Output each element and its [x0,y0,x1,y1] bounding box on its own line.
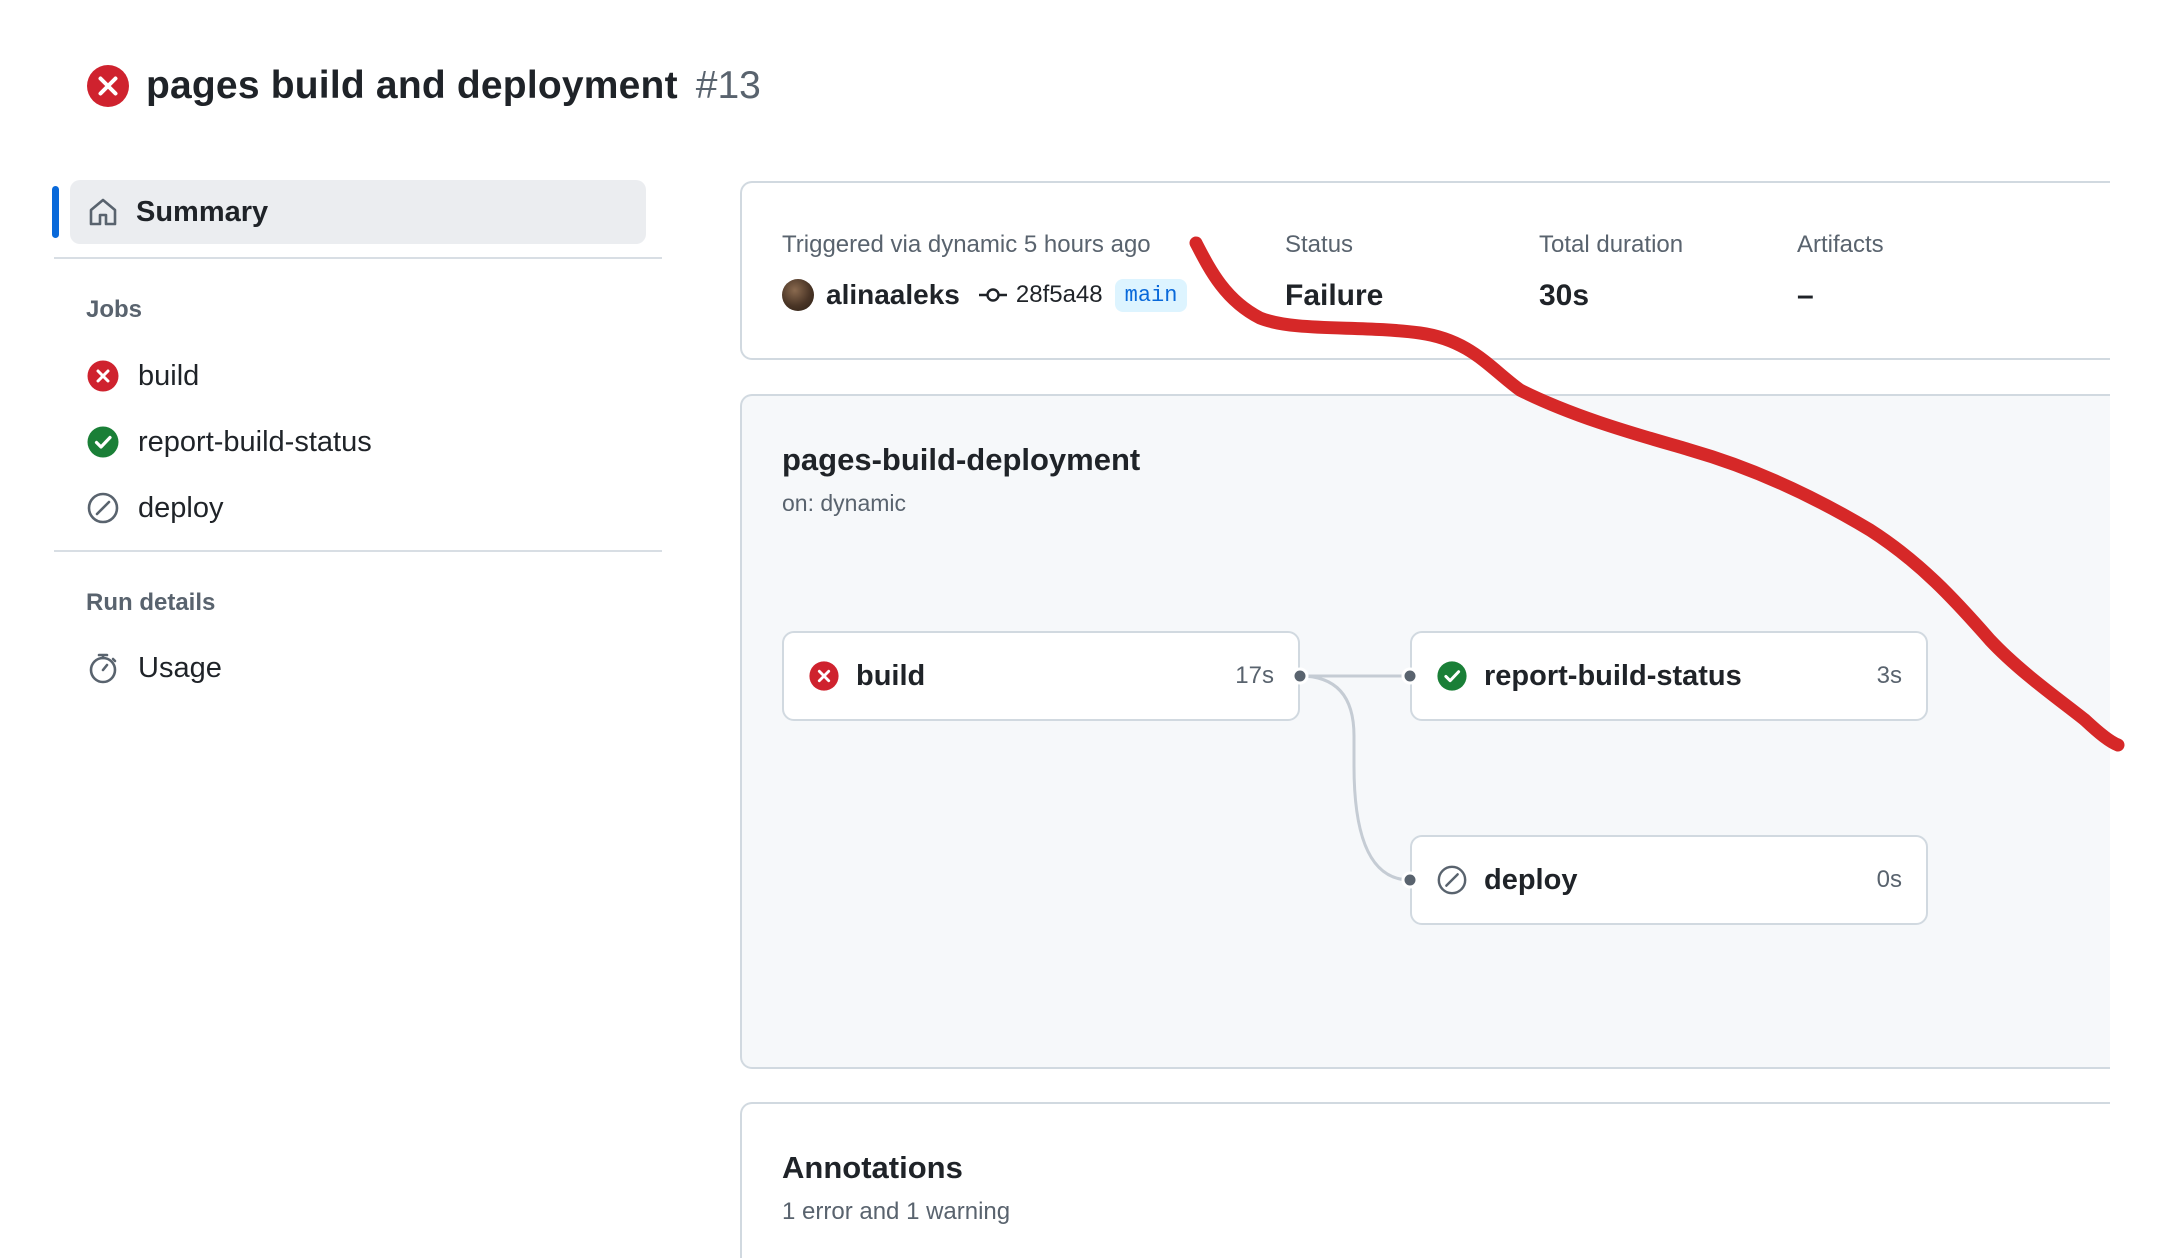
artifacts-label: Artifacts [1797,231,1884,258]
annotations-summary: 1 error and 1 warning [782,1198,1011,1225]
sidebar-item-report-build-status[interactable]: report-build-status [86,418,372,466]
sidebar-item-label: deploy [138,491,224,524]
sidebar-item-label: report-build-status [138,425,372,458]
annotations-title: Annotations [782,1150,963,1185]
run-title: pages build and deployment [146,64,678,107]
active-indicator [52,186,59,238]
stopwatch-icon [89,653,117,684]
run-details-heading: Run details [86,589,216,616]
artifacts-value: – [1797,279,1814,312]
sidebar-item-summary[interactable]: Summary [52,180,646,244]
sidebar-item-build[interactable]: build [86,352,199,400]
artifacts-block: Artifacts – [1797,231,1884,313]
connector-dots [1291,667,1419,889]
sidebar-item-label: build [138,359,200,392]
divider [54,550,662,552]
avatar[interactable] [782,279,814,311]
author-link[interactable]: alinaaleks [826,279,960,311]
duration-value: 30s [1539,279,1590,312]
jobs-heading: Jobs [86,296,143,323]
x-circle-icon [87,360,119,392]
x-circle-icon [87,65,129,107]
run-summary-card: Triggered via dynamic 5 hours ago alinaa… [740,181,2110,360]
annotations-card: Annotations 1 error and 1 warning [740,1102,2110,1258]
status-label: Status [1285,231,1354,258]
sidebar-item-usage[interactable]: Usage [86,644,222,692]
status-value: Failure [1285,279,1384,312]
sidebar-item-label: Usage [138,651,222,684]
commit-icon [978,288,1007,302]
trigger-text: Triggered via dynamic 5 hours ago [782,231,1151,258]
workflow-graph-card: pages-build-deployment on: dynamic build… [740,394,2110,1069]
run-number: #13 [695,64,761,107]
home-icon [89,198,117,226]
sidebar-item-deploy[interactable]: deploy [86,484,223,532]
status-block: Status Failure [1285,231,1383,313]
duration-label: Total duration [1539,231,1684,258]
commit-sha-link[interactable]: 28f5a48 [1016,281,1103,309]
trigger-details: alinaaleks 28f5a48 main [782,275,1188,315]
branch-badge[interactable]: main [1114,278,1188,312]
duration-block: Total duration 30s [1539,231,1683,313]
skipped-icon [87,492,119,524]
sidebar-item-label: Summary [136,195,269,228]
divider [54,257,662,259]
check-circle-icon [87,426,119,458]
page-title: pages build and deployment #13 [86,64,761,108]
sidebar: Summary Jobs build report-build-status d… [52,180,662,684]
